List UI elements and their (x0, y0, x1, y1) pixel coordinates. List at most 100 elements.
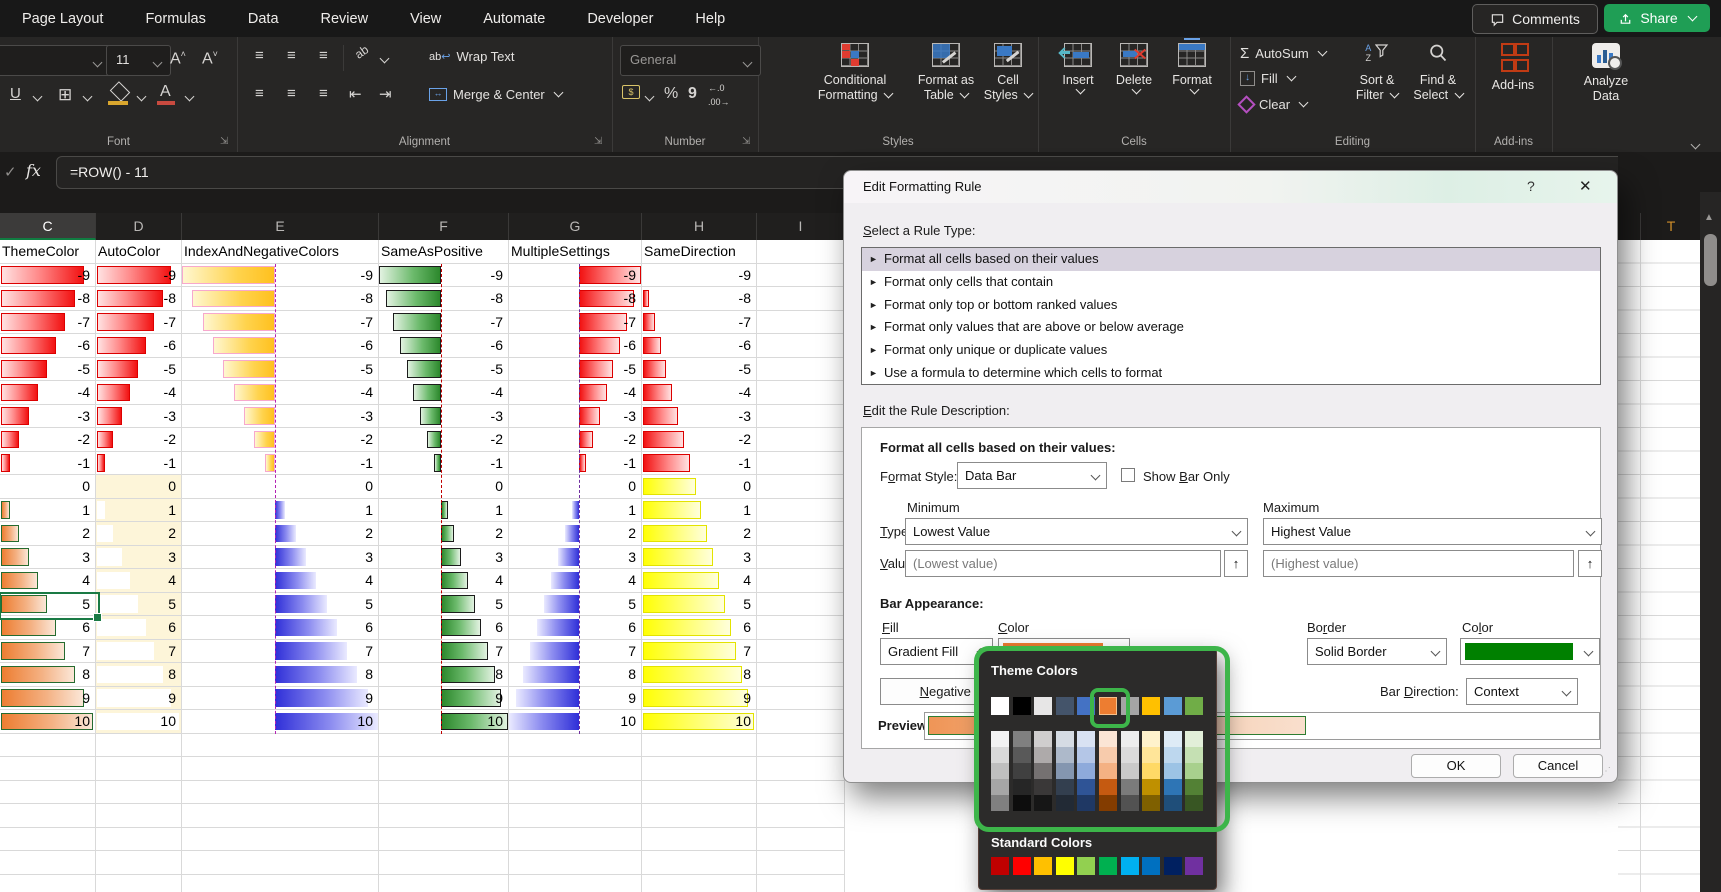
cell-e-5[interactable]: 5 (182, 592, 379, 616)
cell-f--9[interactable]: -9 (379, 263, 509, 287)
cell-h-7[interactable]: 7 (642, 639, 757, 663)
cell-i-5[interactable] (757, 592, 845, 616)
empty-cell[interactable] (0, 874, 96, 892)
menu-item-data[interactable]: Data (248, 11, 279, 27)
cell-g-0[interactable]: 0 (509, 475, 642, 499)
cell-g-3[interactable]: 3 (509, 545, 642, 569)
bar-direction-combo[interactable]: Context (1466, 678, 1578, 705)
min-type-combo[interactable]: Lowest Value (905, 518, 1248, 545)
empty-cell[interactable] (0, 733, 96, 757)
cell-f--8[interactable]: -8 (379, 287, 509, 311)
theme-color-variant-swatch[interactable] (1012, 747, 1031, 763)
chevron-down-icon[interactable] (136, 91, 147, 102)
empty-cell[interactable] (379, 780, 509, 804)
column-letter-e[interactable]: E (182, 213, 379, 240)
cell-i-3[interactable] (757, 545, 845, 569)
theme-color-variant-swatch[interactable] (1099, 779, 1117, 795)
theme-color-variant-swatch[interactable] (1120, 731, 1139, 747)
header-label-cell[interactable]: AutoColor (96, 240, 182, 264)
cell-i--9[interactable] (757, 263, 845, 287)
fill-combo[interactable]: Gradient Fill (880, 638, 993, 665)
empty-cell[interactable] (0, 827, 96, 851)
cell-i-0[interactable] (757, 475, 845, 499)
autosum-button[interactable]: Σ AutoSum (1240, 45, 1328, 62)
insert-cells-button[interactable]: Insert (1050, 43, 1106, 95)
header-label-cell[interactable]: IndexAndNegativeColors (182, 240, 379, 264)
column-letter-c[interactable]: C (0, 213, 96, 240)
rule-type-option-1[interactable]: ► Format all cells based on their values (862, 248, 1600, 271)
theme-color-variant-swatch[interactable] (1163, 795, 1182, 811)
theme-color-variant-swatch[interactable] (1012, 779, 1031, 795)
show-bar-only-checkbox[interactable] (1121, 468, 1135, 482)
grow-font-icon[interactable]: A˄ (170, 49, 186, 68)
cell-c--9[interactable]: -9 (0, 263, 96, 287)
empty-cell[interactable] (757, 780, 845, 804)
addins-button[interactable]: Add-ins (1481, 43, 1545, 93)
cancel-button[interactable]: Cancel (1513, 754, 1603, 778)
cell-d-7[interactable]: 7 (96, 639, 182, 663)
menu-item-formulas[interactable]: Formulas (145, 11, 205, 27)
cell-c-2[interactable]: 2 (0, 522, 96, 546)
empty-cell[interactable] (182, 804, 379, 828)
cell-h--5[interactable]: -5 (642, 357, 757, 381)
border-combo[interactable]: Solid Border (1307, 638, 1447, 665)
cell-d--5[interactable]: -5 (96, 357, 182, 381)
cell-f-5[interactable]: 5 (379, 592, 509, 616)
standard-color-swatch[interactable] (1077, 857, 1096, 875)
cell-h-3[interactable]: 3 (642, 545, 757, 569)
font-name-combo[interactable] (0, 45, 111, 76)
cell-c--7[interactable]: -7 (0, 310, 96, 334)
column-letter-h[interactable]: H (642, 213, 757, 240)
cell-e-8[interactable]: 8 (182, 663, 379, 687)
close-icon[interactable]: ✕ (1579, 177, 1592, 195)
cell-e--8[interactable]: -8 (182, 287, 379, 311)
cell-f--2[interactable]: -2 (379, 428, 509, 452)
theme-color-variant-swatch[interactable] (1163, 731, 1182, 747)
accounting-format-icon[interactable]: $ (622, 85, 640, 99)
theme-color-variant-swatch[interactable] (1012, 763, 1031, 779)
cell-h--7[interactable]: -7 (642, 310, 757, 334)
empty-cell[interactable] (642, 733, 757, 757)
cell-g--3[interactable]: -3 (509, 404, 642, 428)
comma-style-icon[interactable]: 9 (688, 85, 697, 103)
cell-h--8[interactable]: -8 (642, 287, 757, 311)
fill-handle[interactable] (93, 613, 102, 622)
cell-e--2[interactable]: -2 (182, 428, 379, 452)
cell-f--3[interactable]: -3 (379, 404, 509, 428)
chevron-down-icon[interactable] (82, 91, 93, 102)
cell-d-1[interactable]: 1 (96, 498, 182, 522)
decrease-decimal-icon[interactable]: .00→ (708, 97, 730, 107)
theme-color-variant-swatch[interactable] (1077, 763, 1096, 779)
scrollbar-thumb[interactable] (1704, 234, 1717, 286)
cell-h-0[interactable]: 0 (642, 475, 757, 499)
underline-icon[interactable]: U (10, 85, 21, 102)
cell-g-6[interactable]: 6 (509, 616, 642, 640)
cell-e--5[interactable]: -5 (182, 357, 379, 381)
cell-f--6[interactable]: -6 (379, 334, 509, 358)
theme-color-swatch[interactable] (1055, 697, 1074, 715)
cell-d--3[interactable]: -3 (96, 404, 182, 428)
standard-color-swatch[interactable] (1142, 857, 1161, 875)
number-dialog-launcher[interactable]: ⇲ (742, 136, 750, 147)
theme-color-variant-swatch[interactable] (1055, 795, 1074, 811)
theme-color-variant-swatch[interactable] (1077, 779, 1096, 795)
theme-color-variant-swatch[interactable] (1142, 779, 1161, 795)
theme-color-variant-swatch[interactable] (1142, 763, 1161, 779)
cell-d-10[interactable]: 10 (96, 710, 182, 734)
theme-color-variant-swatch[interactable] (1142, 747, 1161, 763)
theme-color-variant-swatch[interactable] (1077, 795, 1096, 811)
cell-h--9[interactable]: -9 (642, 263, 757, 287)
cell-g--1[interactable]: -1 (509, 451, 642, 475)
cell-g-9[interactable]: 9 (509, 686, 642, 710)
header-label-cell[interactable]: SameDirection (642, 240, 757, 264)
theme-color-variant-swatch[interactable] (1099, 795, 1117, 811)
cell-d-5[interactable]: 5 (96, 592, 182, 616)
cell-g--5[interactable]: -5 (509, 357, 642, 381)
shrink-font-icon[interactable]: A˅ (202, 49, 218, 68)
theme-color-variant-swatch[interactable] (1034, 795, 1053, 811)
standard-color-swatch[interactable] (1034, 857, 1053, 875)
header-label-cell[interactable] (757, 240, 845, 264)
sort-filter-button[interactable]: AZ Sort & Filter (1348, 43, 1406, 103)
cell-c--5[interactable]: -5 (0, 357, 96, 381)
cell-d-0[interactable]: 0 (96, 475, 182, 499)
